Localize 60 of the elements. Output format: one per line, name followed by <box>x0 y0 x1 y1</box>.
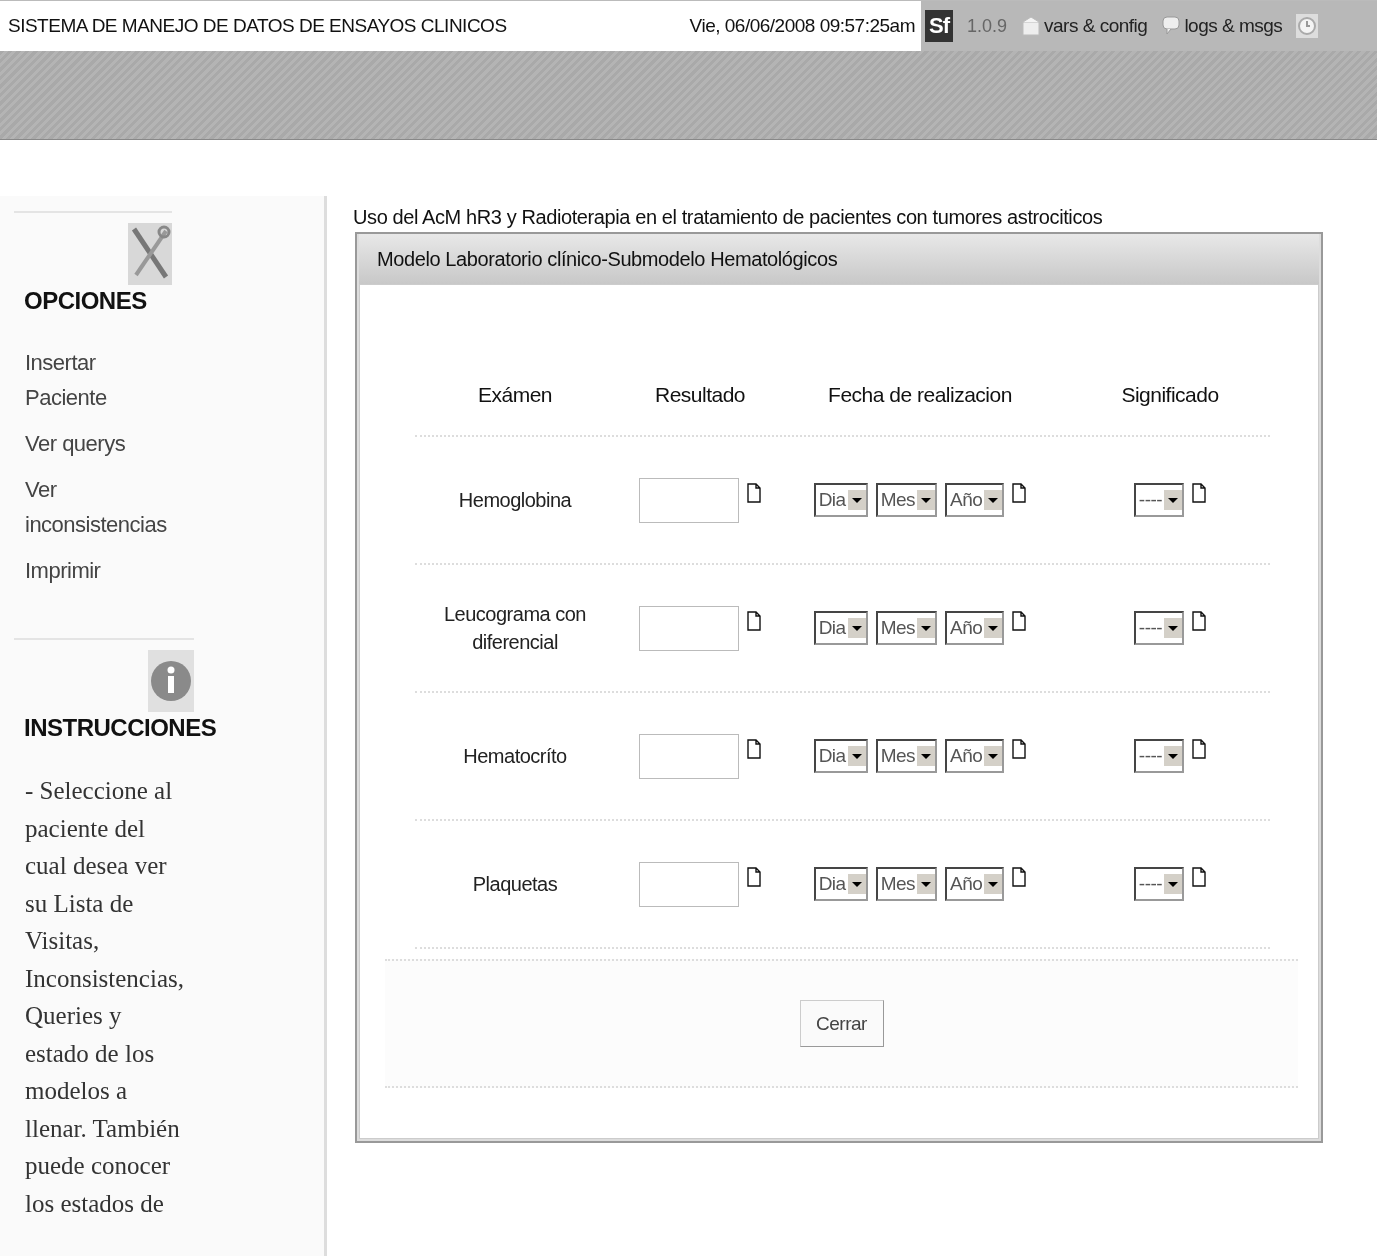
exam-label: Hematocríto <box>462 744 568 769</box>
document-icon <box>1192 483 1207 503</box>
result-field[interactable] <box>639 605 739 651</box>
exam-label: Leucograma con diferencial <box>443 602 587 655</box>
version-label: 1.0.9 <box>967 15 1008 37</box>
sidebar-link[interactable]: Imprimir <box>25 553 175 588</box>
instructions-text: - Seleccione al paciente del cual desea ver su Lista de Visitas, Inconsistencias, Queries y estado de los modelos a llenar. También puede conocer los estados de <box>24 776 185 1219</box>
document-icon <box>1012 483 1027 503</box>
document-icon <box>1192 611 1207 631</box>
sidebar-link[interactable]: Ver querys <box>25 426 175 461</box>
toolbar-link[interactable]: logs & msgs <box>1161 15 1283 37</box>
toolbar-link[interactable]: vars & config <box>1021 15 1148 37</box>
result-field[interactable] <box>639 861 739 907</box>
speech-bubble-icon <box>1161 15 1182 37</box>
panel-title: Modelo Laboratorio clínico-Submodelo Hematológicos <box>359 234 1319 284</box>
exam-label: Hemoglobina <box>457 488 573 513</box>
dropdown[interactable]: Año <box>945 611 1005 645</box>
sidebar-link[interactable]: Insertar Paciente <box>25 345 175 415</box>
study-title: Uso del AcM hR3 y Radioterapia en el tratamiento de pacientes con tumores astrociticos <box>352 206 1104 229</box>
document-icon <box>1012 611 1027 631</box>
document-icon <box>1012 867 1027 887</box>
dropdown[interactable]: Dia <box>813 739 868 773</box>
dropdown[interactable]: ---- <box>1133 739 1185 773</box>
result-field[interactable] <box>639 477 739 523</box>
column-header: Significado <box>1120 383 1220 407</box>
document-icon <box>1192 739 1207 759</box>
dropdown[interactable]: Año <box>945 483 1005 517</box>
document-icon <box>747 739 761 759</box>
dropdown[interactable]: ---- <box>1133 611 1185 645</box>
column-header: Exámen <box>476 383 553 407</box>
sidebar-link[interactable]: Ver inconsistencias <box>25 472 175 542</box>
dropdown[interactable]: Dia <box>813 867 868 901</box>
logo: Sf <box>925 10 953 42</box>
dropdown[interactable]: Dia <box>813 611 868 645</box>
datetime: Vie, 06/06/2008 09:57:25am <box>688 15 916 37</box>
dropdown[interactable]: Año <box>945 867 1005 901</box>
dropdown[interactable]: Mes <box>875 483 938 517</box>
dropdown[interactable]: ---- <box>1133 867 1185 901</box>
tools-icon <box>128 223 172 285</box>
info-icon <box>148 650 194 712</box>
close-button[interactable]: Cerrar <box>799 1000 884 1047</box>
section-title: OPCIONES <box>23 287 147 315</box>
document-icon <box>1192 867 1207 887</box>
document-icon <box>1012 739 1027 759</box>
dropdown[interactable]: Año <box>945 739 1005 773</box>
dropdown[interactable]: Mes <box>875 867 938 901</box>
document-icon <box>747 867 761 887</box>
document-icon <box>747 611 761 631</box>
dropdown[interactable]: Dia <box>813 483 868 517</box>
column-header: Fecha de realizacion <box>827 383 1013 407</box>
dropdown[interactable]: Mes <box>875 611 938 645</box>
section-title: INSTRUCCIONES <box>23 714 217 742</box>
column-header: Resultado <box>653 383 747 407</box>
dropdown[interactable]: Mes <box>875 739 938 773</box>
result-field[interactable] <box>639 733 739 779</box>
app-title: SISTEMA DE MANEJO DE DATOS DE ENSAYOS CLINICOS <box>7 15 508 37</box>
exam-label: Plaquetas <box>471 872 559 897</box>
document-icon <box>747 483 761 503</box>
clock-icon <box>1296 14 1319 38</box>
dropdown[interactable]: ---- <box>1133 483 1185 517</box>
